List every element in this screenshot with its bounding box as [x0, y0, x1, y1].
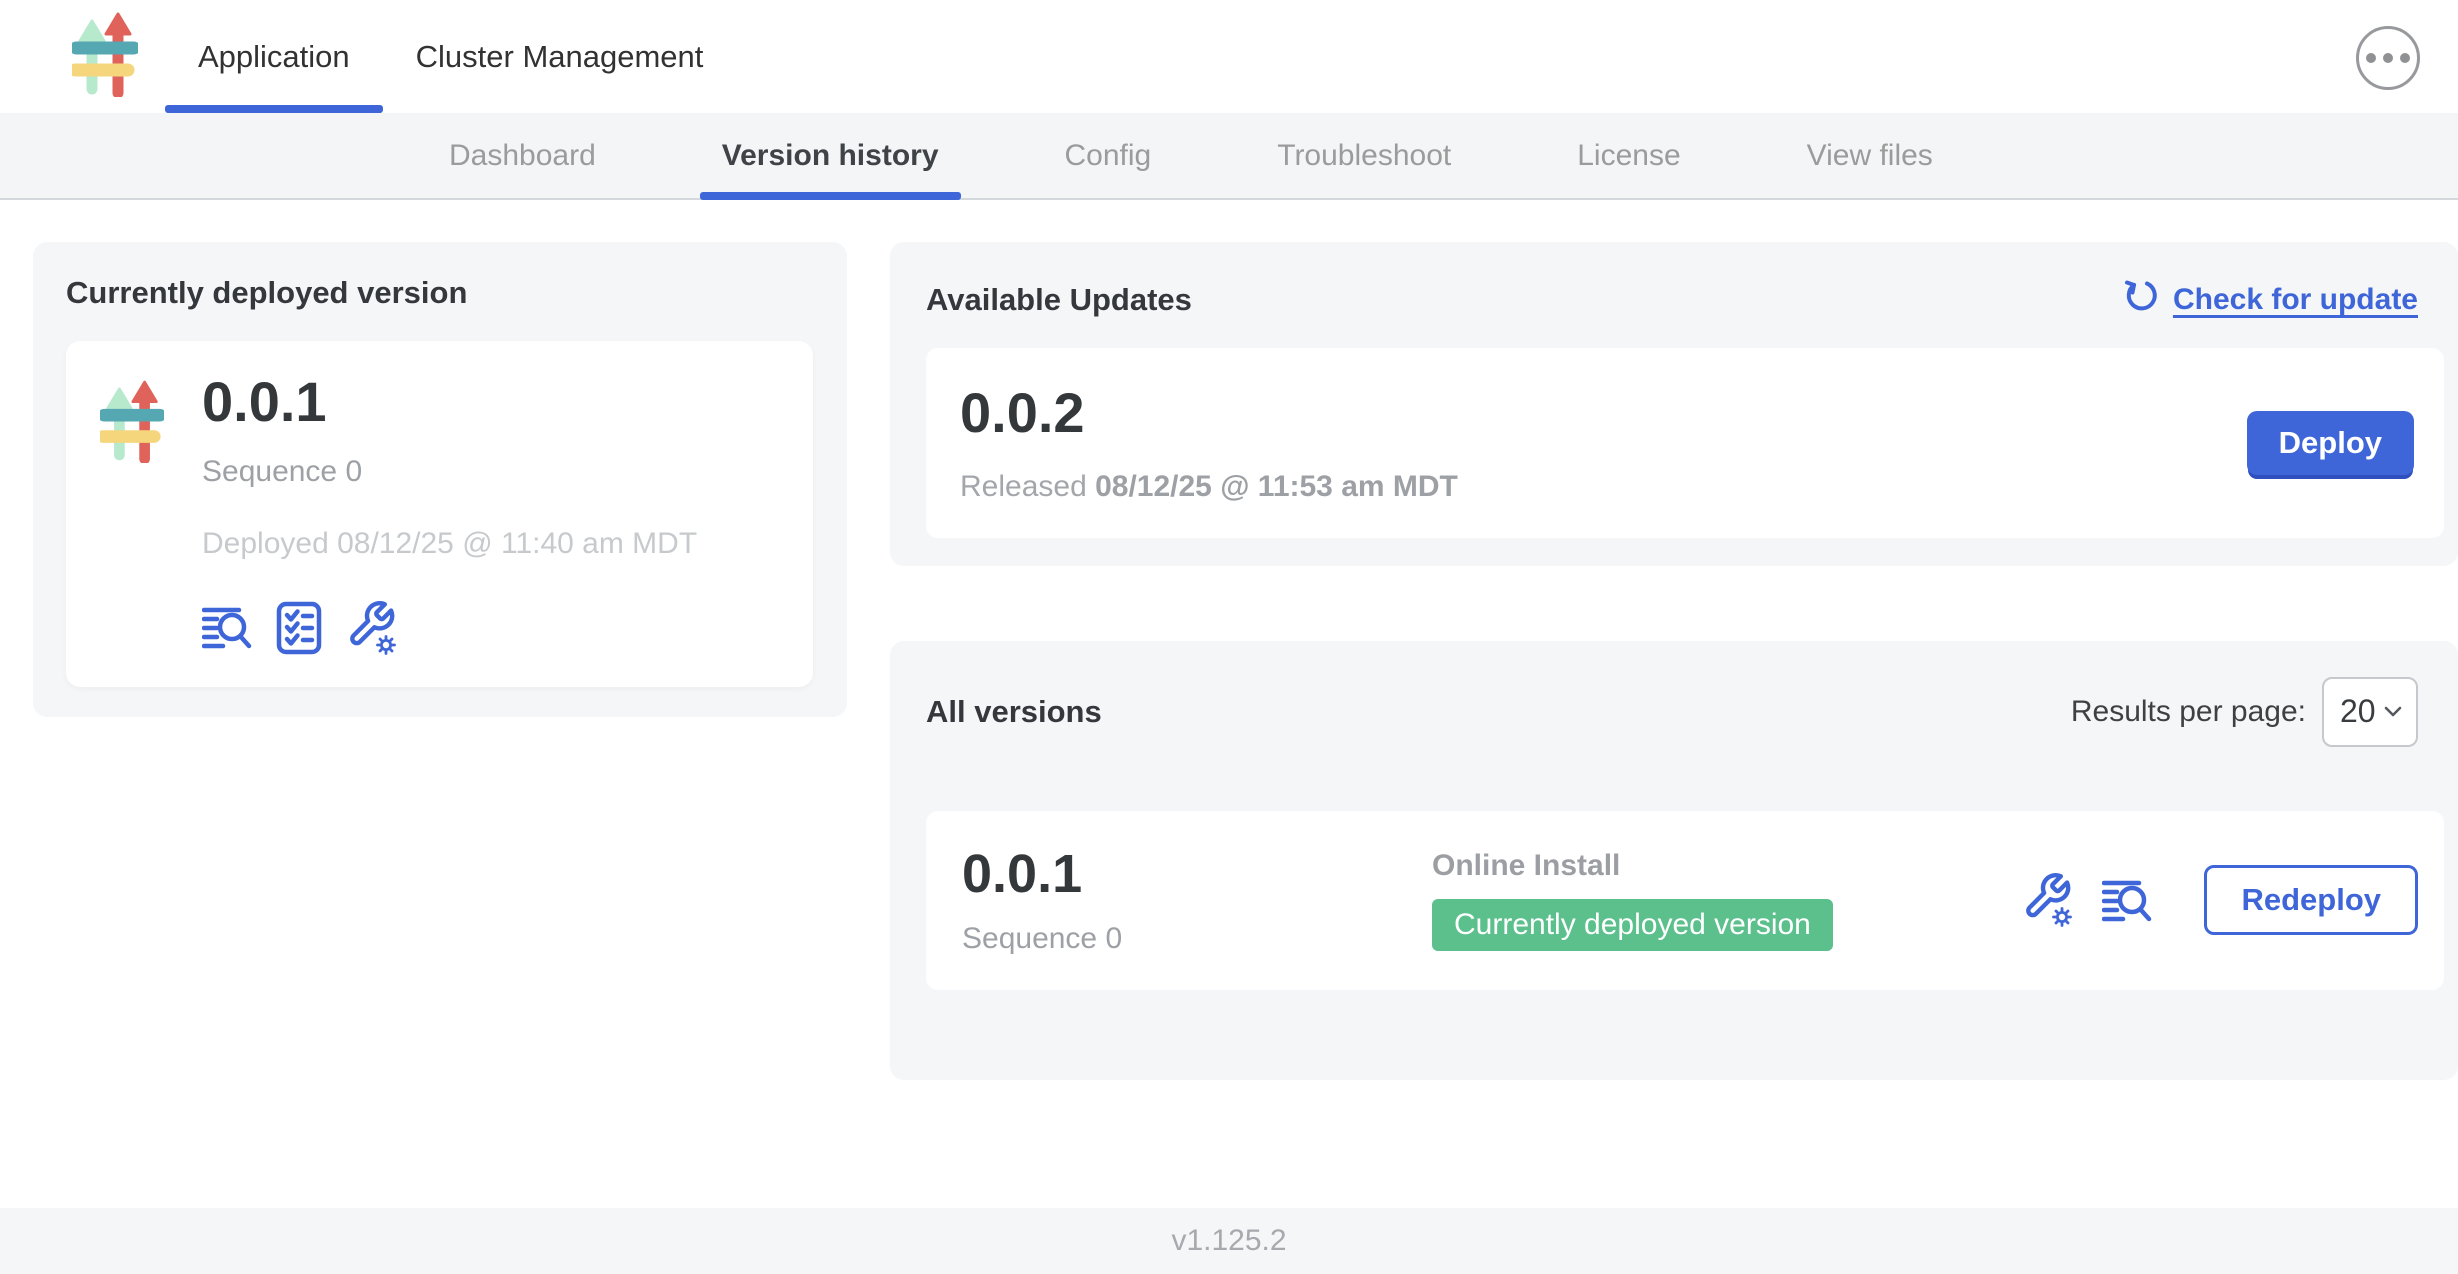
results-per-page-select[interactable]: 20: [2322, 677, 2418, 747]
subnav-tab-license[interactable]: License: [1555, 113, 1702, 198]
all-versions-title: All versions: [926, 694, 1102, 730]
update-version-number: 0.0.2: [960, 382, 1458, 444]
row-sequence-label: Sequence 0: [962, 922, 1432, 956]
chevron-down-icon: [2384, 706, 2402, 717]
top-navigation-bar: Application Cluster Management: [0, 0, 2458, 113]
deployed-timestamp: Deployed 08/12/25 @ 11:40 am MDT: [202, 527, 697, 561]
currently-deployed-panel: Currently deployed version 0.0.1 Sequenc…: [33, 242, 847, 717]
results-per-page-value: 20: [2340, 693, 2376, 730]
subnav-tab-version-history[interactable]: Version history: [700, 113, 961, 198]
subnav-tab-view-files[interactable]: View files: [1785, 113, 1955, 198]
app-logo-icon: [72, 11, 138, 102]
redeploy-button[interactable]: Redeploy: [2204, 865, 2418, 935]
view-logs-icon[interactable]: [202, 605, 252, 650]
tab-cluster-management-label: Cluster Management: [416, 39, 704, 75]
subnav-tab-config[interactable]: Config: [1043, 113, 1174, 198]
subnav-tab-dashboard[interactable]: Dashboard: [427, 113, 618, 198]
currently-deployed-badge: Currently deployed version: [1432, 899, 1833, 951]
refresh-icon: [2123, 278, 2159, 322]
check-for-update-link[interactable]: Check for update: [2123, 278, 2418, 322]
view-logs-icon[interactable]: [2102, 878, 2152, 923]
tab-application-label: Application: [198, 39, 350, 75]
top-tabs: Application Cluster Management: [165, 0, 736, 113]
row-version-number: 0.0.1: [962, 845, 1432, 904]
available-updates-title: Available Updates: [926, 282, 1192, 318]
overflow-menu-button[interactable]: [2356, 26, 2420, 90]
deployed-version-card: 0.0.1 Sequence 0 Deployed 08/12/25 @ 11:…: [66, 341, 813, 687]
main-content: Currently deployed version 0.0.1 Sequenc…: [0, 200, 2458, 1208]
app-subnav: Dashboard Version history Config Trouble…: [0, 113, 2458, 200]
footer: v1.125.2: [0, 1208, 2458, 1274]
available-update-card: 0.0.2 Released 08/12/25 @ 11:53 am MDT D…: [926, 348, 2444, 538]
edit-config-icon[interactable]: [2022, 871, 2076, 929]
version-row: 0.0.1 Sequence 0 Online Install Currentl…: [926, 811, 2444, 990]
row-install-type: Online Install: [1432, 849, 1833, 883]
all-versions-panel: All versions Results per page: 20 0.0.1 …: [890, 641, 2458, 1080]
app-logo-icon: [100, 379, 164, 657]
tab-application[interactable]: Application: [165, 0, 383, 113]
deployed-version-number: 0.0.1: [202, 371, 697, 433]
preflight-checks-icon[interactable]: [276, 601, 322, 655]
tab-cluster-management[interactable]: Cluster Management: [383, 0, 737, 113]
available-updates-panel: Available Updates Check for update 0.0.2…: [890, 242, 2458, 566]
results-per-page-label: Results per page:: [2071, 695, 2306, 729]
deploy-button[interactable]: Deploy: [2247, 411, 2414, 475]
admin-console-version: v1.125.2: [1171, 1224, 1286, 1258]
currently-deployed-title: Currently deployed version: [66, 275, 813, 311]
update-released-timestamp: Released 08/12/25 @ 11:53 am MDT: [960, 470, 1458, 504]
deployed-sequence-label: Sequence 0: [202, 455, 697, 489]
ellipsis-icon: [2366, 53, 2376, 63]
check-for-update-label: Check for update: [2173, 283, 2418, 317]
edit-config-icon[interactable]: [346, 599, 400, 657]
subnav-tab-troubleshoot[interactable]: Troubleshoot: [1255, 113, 1473, 198]
